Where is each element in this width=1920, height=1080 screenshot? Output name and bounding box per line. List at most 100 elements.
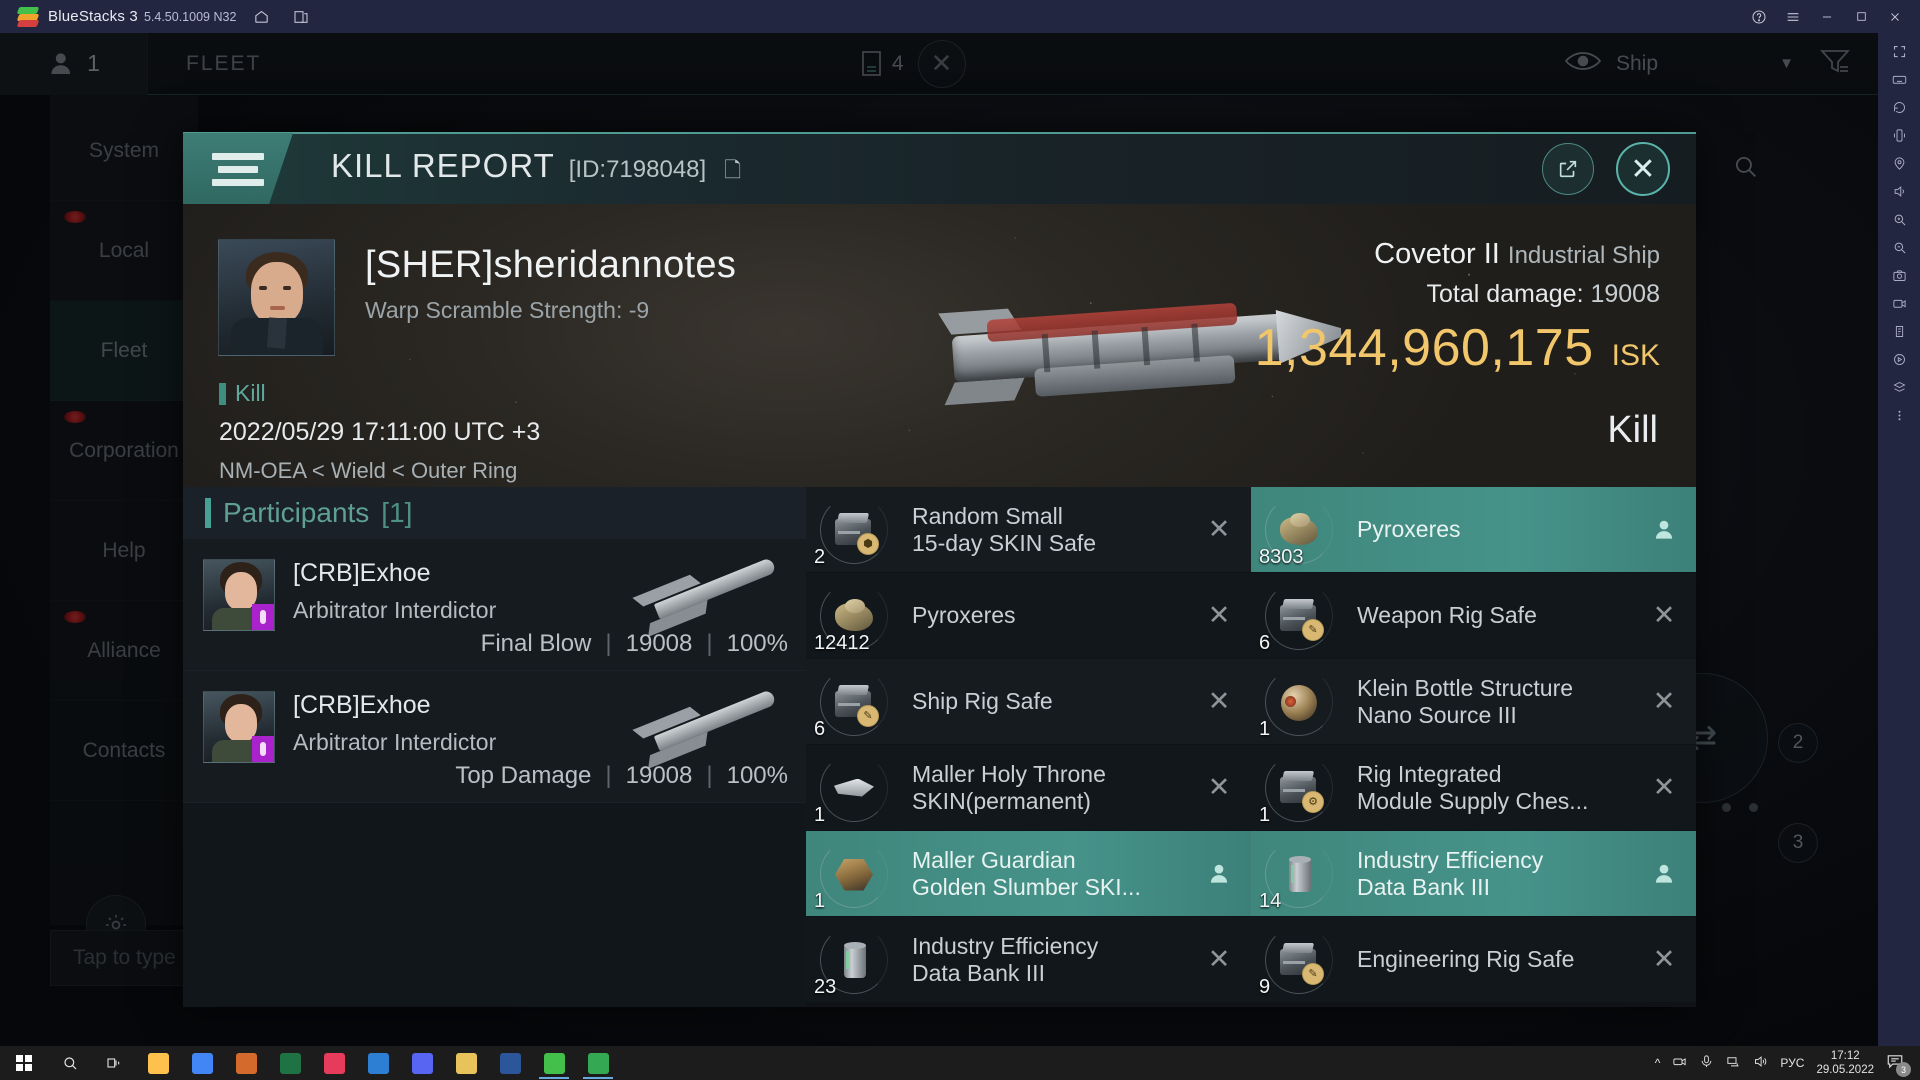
participant-row[interactable]: [CRB]Exhoe Arbitrator Interdictor Final … — [183, 539, 806, 671]
item-owner-icon[interactable] — [1632, 861, 1696, 887]
shake-icon[interactable] — [1885, 123, 1913, 147]
location-icon[interactable] — [1885, 151, 1913, 175]
bluestacks-version: 5.4.50.1009 N32 — [143, 9, 237, 24]
item-remove-icon[interactable]: ✕ — [1187, 944, 1251, 975]
list-item[interactable]: ⚙ 1 Rig Integrated Module Supply Ches... ✕ — [1251, 745, 1696, 831]
item-remove-icon[interactable]: ✕ — [1632, 772, 1696, 803]
task-view-icon[interactable] — [92, 1046, 136, 1080]
list-item[interactable]: ✎ 6 Weapon Rig Safe ✕ — [1251, 573, 1696, 659]
edge-icon[interactable] — [356, 1046, 400, 1080]
item-badge-icon: ⬢ — [857, 532, 879, 555]
item-quantity: 8303 — [1259, 545, 1304, 568]
minimize-icon[interactable] — [1810, 2, 1844, 32]
close-icon[interactable] — [1878, 2, 1912, 32]
photoshop-icon[interactable] — [224, 1046, 268, 1080]
hamburger-menu-icon[interactable] — [1776, 2, 1810, 32]
list-item[interactable]: 14 Industry Efficiency Data Bank III — [1251, 831, 1696, 917]
share-icon[interactable] — [1542, 143, 1594, 195]
clock-date: 29.05.2022 — [1816, 1064, 1874, 1076]
item-quantity: 1 — [1259, 717, 1271, 740]
ore-icon: 8303 — [1259, 490, 1339, 570]
zoom-out-icon[interactable] — [1885, 235, 1913, 259]
microphone-icon[interactable] — [1699, 1054, 1714, 1072]
messenger-icon[interactable] — [312, 1046, 356, 1080]
script-icon[interactable] — [1885, 319, 1913, 343]
item-remove-icon[interactable]: ✕ — [1187, 686, 1251, 717]
screenshot-icon[interactable] — [1885, 263, 1913, 287]
item-owner-icon[interactable] — [1632, 517, 1696, 543]
item-remove-icon[interactable]: ✕ — [1632, 600, 1696, 631]
clock[interactable]: 17:12 29.05.2022 — [1816, 1049, 1874, 1078]
list-item[interactable]: ⬢ 2 Random Small 15-day SKIN Safe ✕ — [806, 487, 1251, 573]
file-explorer-icon[interactable] — [136, 1046, 180, 1080]
item-remove-icon[interactable]: ✕ — [1632, 944, 1696, 975]
item-remove-icon[interactable]: ✕ — [1187, 514, 1251, 545]
kill-report-header-actions: ✕ — [1542, 142, 1696, 196]
kill-summary: [SHER]sheridannotes Warp Scramble Streng… — [183, 204, 1696, 487]
kill-report-id: [ID:7198048] — [568, 156, 707, 183]
more-icon[interactable] — [1885, 403, 1913, 427]
record-icon[interactable] — [1885, 291, 1913, 315]
hamburger-menu-icon[interactable] — [183, 133, 293, 205]
item-name: Rig Integrated Module Supply Ches... — [1339, 761, 1632, 815]
item-badge-icon: ⚙ — [1302, 790, 1324, 813]
avatar — [218, 239, 335, 356]
search-icon[interactable] — [48, 1046, 92, 1080]
item-remove-icon[interactable]: ✕ — [1187, 772, 1251, 803]
network-icon[interactable] — [1726, 1054, 1741, 1072]
item-remove-icon[interactable]: ✕ — [1632, 686, 1696, 717]
item-badge-icon: ✎ — [1302, 962, 1324, 985]
language-indicator[interactable]: РУС — [1780, 1056, 1804, 1070]
home-icon[interactable] — [246, 5, 276, 29]
show-hidden-icons-icon[interactable]: ^ — [1655, 1056, 1661, 1070]
camera-icon[interactable] — [1672, 1054, 1687, 1072]
discord-icon[interactable] — [400, 1046, 444, 1080]
list-item[interactable]: 1 Maller Guardian Golden Slumber SKI... — [806, 831, 1251, 917]
item-quantity: 6 — [814, 717, 826, 740]
excel-icon[interactable] — [268, 1046, 312, 1080]
destroyed-items-list[interactable]: 8303 Pyroxeres ✎ 6 Weapon Rig Safe ✕ 1 Klein Bo… — [1251, 487, 1696, 1007]
close-icon[interactable]: ✕ — [1616, 142, 1670, 196]
notification-icon[interactable]: 3 — [1886, 1052, 1911, 1077]
list-item[interactable]: 23 Industry Efficiency Data Bank III ✕ — [806, 917, 1251, 1003]
maximize-icon[interactable] — [1844, 2, 1878, 32]
skin-icon: 1 — [814, 748, 894, 828]
notification-count: 3 — [1896, 1062, 1911, 1077]
word-icon[interactable] — [488, 1046, 532, 1080]
participant-percent: 100% — [726, 630, 788, 657]
participant-row[interactable]: [CRB]Exhoe Arbitrator Interdictor Top Da… — [183, 671, 806, 803]
chrome-icon-2[interactable] — [576, 1046, 620, 1080]
list-item[interactable]: 1 Maller Holy Throne SKIN(permanent) ✕ — [806, 745, 1251, 831]
page-title: KILL REPORT [ID:7198048] 🗋 — [331, 147, 742, 191]
item-owner-icon[interactable] — [1187, 861, 1251, 887]
keyboard-icon[interactable] — [1885, 67, 1913, 91]
notepad-icon[interactable] — [444, 1046, 488, 1080]
list-item[interactable]: 12412 Pyroxeres ✕ — [806, 573, 1251, 659]
bluestacks-icon[interactable] — [532, 1046, 576, 1080]
volume-icon[interactable] — [1753, 1054, 1768, 1072]
participant-damage: 19008 — [625, 630, 693, 657]
zoom-in-icon[interactable] — [1885, 207, 1913, 231]
rotate-icon[interactable] — [1885, 95, 1913, 119]
victim-subtitle: Warp Scramble Strength: -9 — [365, 297, 650, 323]
fullscreen-icon[interactable] — [1885, 39, 1913, 63]
list-item[interactable]: 1 Klein Bottle Structure Nano Source III ✕ — [1251, 659, 1696, 745]
volume-icon[interactable] — [1885, 179, 1913, 203]
macro-icon[interactable] — [1885, 347, 1913, 371]
kill-tag-label: Kill — [235, 380, 266, 406]
multi-instance-icon[interactable] — [286, 5, 316, 29]
participant-ship: Arbitrator Interdictor — [293, 729, 497, 755]
list-item[interactable]: 8303 Pyroxeres — [1251, 487, 1696, 573]
chrome-icon[interactable] — [180, 1046, 224, 1080]
item-badge-icon: ✎ — [857, 704, 879, 727]
ore-icon: 12412 — [814, 576, 894, 656]
copy-icon[interactable]: 🗋 — [724, 156, 742, 191]
list-item[interactable]: ✎ 9 Engineering Rig Safe ✕ — [1251, 917, 1696, 1003]
dropped-items-list[interactable]: ⬢ 2 Random Small 15-day SKIN Safe ✕ 12412 Pyro… — [806, 487, 1251, 1007]
windows-start-icon[interactable] — [0, 1046, 48, 1080]
list-item[interactable]: ✎ 6 Ship Rig Safe ✕ — [806, 659, 1251, 745]
help-icon[interactable] — [1742, 2, 1776, 32]
layers-icon[interactable] — [1885, 375, 1913, 399]
item-remove-icon[interactable]: ✕ — [1187, 600, 1251, 631]
item-name: Weapon Rig Safe — [1339, 602, 1632, 629]
